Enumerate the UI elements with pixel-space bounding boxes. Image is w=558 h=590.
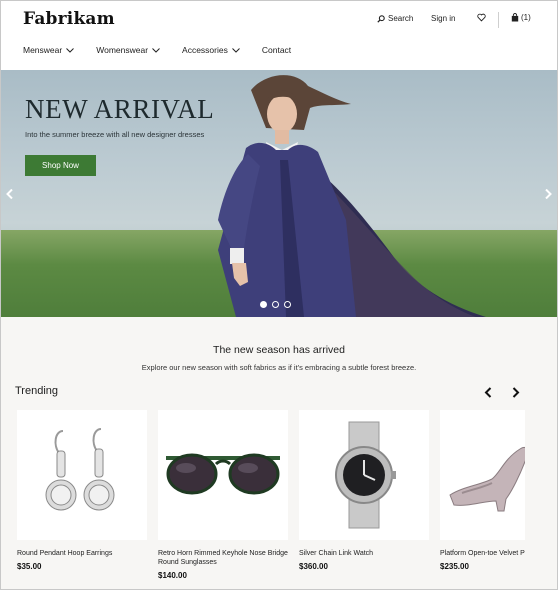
carousel-dot-1[interactable]: [260, 301, 267, 308]
product-card[interactable]: Retro Horn Rimmed Keyhole Nose Bridge Ro…: [158, 410, 288, 580]
search-icon: [377, 14, 385, 23]
cart-count: (1): [521, 13, 531, 22]
hero-model-image: [218, 75, 486, 317]
product-image[interactable]: [17, 410, 147, 540]
nav-item-contact[interactable]: Contact: [262, 45, 291, 55]
product-card[interactable]: Round Pendant Hoop Earrings $35.00: [17, 410, 147, 571]
product-image[interactable]: [158, 410, 288, 540]
product-image[interactable]: [299, 410, 429, 540]
signin-link[interactable]: Sign in: [431, 14, 455, 23]
chevron-left-icon: [6, 188, 13, 200]
watch-icon: [335, 421, 396, 529]
carousel-dot-2[interactable]: [272, 301, 279, 308]
chevron-down-icon: [232, 47, 240, 53]
product-name[interactable]: Retro Horn Rimmed Keyhole Nose Bridge Ro…: [158, 549, 288, 567]
nav-item-label: Womenswear: [96, 45, 149, 55]
trending-heading: Trending: [15, 385, 59, 397]
shop-now-button[interactable]: Shop Now: [25, 155, 96, 176]
carousel-prev-button[interactable]: [6, 188, 13, 202]
product-price: $235.00: [440, 562, 469, 571]
trending-next-button[interactable]: [512, 385, 520, 403]
product-name[interactable]: Platform Open-toe Velvet Pump: [440, 549, 525, 558]
season-description: Explore our new season with soft fabrics…: [141, 363, 417, 372]
wishlist-button[interactable]: [477, 13, 486, 22]
nav-item-womenswear[interactable]: Womenswear: [96, 45, 160, 55]
cart-button[interactable]: (1): [511, 13, 531, 22]
chevron-down-icon: [66, 47, 75, 53]
product-card[interactable]: Silver Chain Link Watch $360.00: [299, 410, 429, 571]
trending-prev-button[interactable]: [484, 385, 492, 403]
product-image[interactable]: [440, 410, 525, 540]
sunglasses-icon: [166, 453, 280, 495]
chevron-left-icon: [484, 387, 492, 398]
hero-subtitle: Into the summer breeze with all new desi…: [25, 130, 205, 139]
season-heading: The new season has arrived: [213, 344, 345, 356]
product-card[interactable]: Platform Open-toe Velvet Pump $235.00: [440, 410, 525, 571]
chevron-right-icon: [545, 188, 552, 200]
search-label: Search: [388, 14, 414, 23]
earrings-icon: [45, 428, 115, 511]
main-nav: Menswear Womenswear Accessories Contact: [23, 45, 313, 55]
product-price: $140.00: [158, 571, 187, 580]
content-section: The new season has arrived Explore our n…: [1, 317, 557, 589]
search-button[interactable]: Search: [377, 14, 413, 23]
nav-item-label: Contact: [261, 45, 292, 55]
nav-item-label: Menswear: [23, 45, 63, 55]
trending-carousel: Round Pendant Hoop Earrings $35.00 Retro…: [17, 410, 525, 589]
chevron-down-icon: [152, 47, 160, 53]
shoe-icon: [449, 446, 525, 512]
carousel-next-button[interactable]: [545, 188, 552, 202]
nav-item-menswear[interactable]: Menswear: [23, 45, 75, 55]
nav-item-label: Accessories: [182, 45, 228, 55]
hero-title: NEW ARRIVAL: [25, 94, 215, 124]
brand-logo[interactable]: Fabrikam: [23, 9, 115, 29]
page-frame: Fabrikam Search Sign in (1) Menswear Wom…: [0, 0, 558, 590]
shopping-bag-icon: [511, 13, 519, 22]
heart-icon: [477, 13, 486, 22]
carousel-dot-3[interactable]: [284, 301, 291, 308]
hero-banner: NEW ARRIVAL Into the summer breeze with …: [1, 70, 557, 317]
product-name[interactable]: Round Pendant Hoop Earrings: [17, 549, 147, 558]
site-header: Fabrikam Search Sign in (1) Menswear Wom…: [1, 1, 557, 69]
chevron-right-icon: [512, 387, 520, 398]
carousel-dots: [260, 301, 296, 308]
product-price: $360.00: [299, 562, 328, 571]
header-divider: [498, 12, 499, 28]
product-price: $35.00: [17, 562, 42, 571]
product-name[interactable]: Silver Chain Link Watch: [299, 549, 429, 558]
nav-item-accessories[interactable]: Accessories: [182, 45, 240, 55]
